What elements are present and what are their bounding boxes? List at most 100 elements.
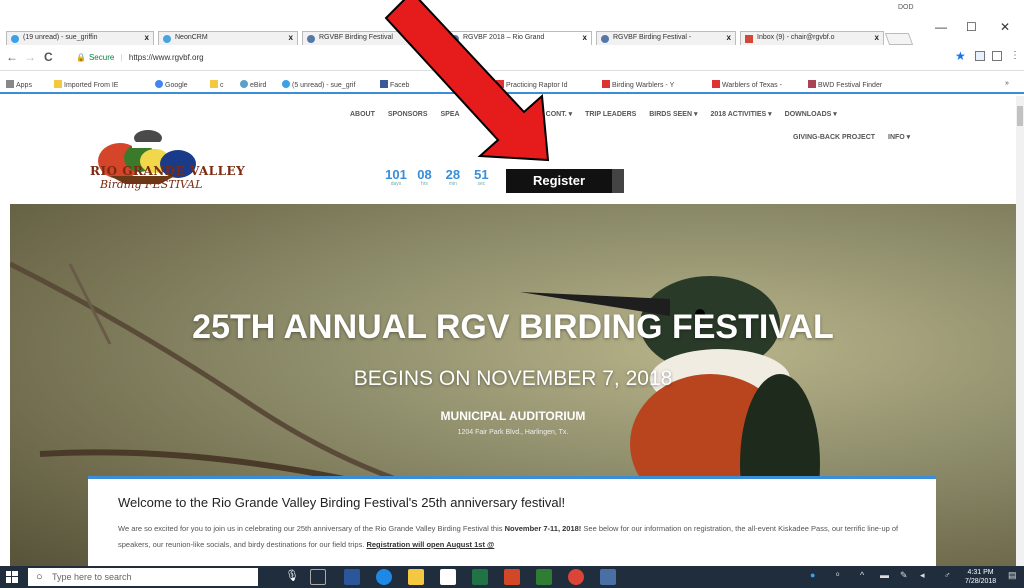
bookmark-folder[interactable]: Imported From IE xyxy=(54,80,118,89)
powerpoint-icon[interactable] xyxy=(504,569,520,585)
photos-icon[interactable] xyxy=(600,569,616,585)
bookmarks-bar: Apps Imported From IE Google c eBird (5 … xyxy=(0,76,1024,94)
close-window-icon[interactable]: ✕ xyxy=(1000,20,1010,34)
bookmark-star-icon[interactable]: ★ xyxy=(955,49,966,63)
tab-label: Inbox (9) - chair@rgvbf.o xyxy=(757,34,835,41)
browser-tab[interactable]: RGVBF Birding Festival x xyxy=(302,31,442,45)
excel-icon[interactable] xyxy=(472,569,488,585)
rgvbf-favicon-icon xyxy=(601,35,609,43)
microphone-icon[interactable]: 🎙 xyxy=(285,569,301,585)
windows-taskbar: ○ Type here to search 🎙 ● ᵒ ^ ▬ ✎ ◂ ♂ 4:… xyxy=(0,566,1024,588)
show-hidden-icons[interactable]: ^ xyxy=(860,570,864,580)
scrollbar-thumb[interactable] xyxy=(1017,106,1023,126)
people-icon[interactable]: ᵒ xyxy=(836,570,839,580)
mail-icon xyxy=(282,80,290,88)
nav-speakers[interactable]: SPEA xyxy=(440,111,459,118)
window-user-label: DOD xyxy=(898,4,914,11)
nav-art-writing[interactable]: ART & WRIT CONT. ▾ xyxy=(503,111,573,118)
extension-icon[interactable] xyxy=(975,51,985,61)
forward-icon[interactable]: → xyxy=(24,50,36,64)
tab-label: RGVBF 2018 – Rio Grand xyxy=(463,34,545,41)
hero-venue: MUNICIPAL AUDITORIUM xyxy=(440,409,586,423)
nav-downloads[interactable]: DOWNLOADS ▾ xyxy=(785,111,837,118)
taskbar-clock[interactable]: 4:31 PM 7/28/2018 xyxy=(965,568,996,586)
lock-icon: 🔒 xyxy=(76,53,86,62)
volume-icon[interactable]: ◂ xyxy=(920,570,925,581)
rgvbf-favicon-icon xyxy=(307,35,315,43)
notifications-icon[interactable]: ▤ xyxy=(1008,570,1017,581)
new-tab-button[interactable] xyxy=(884,33,914,45)
browser-tab[interactable]: NeonCRM x xyxy=(158,31,298,45)
taskbar-search-input[interactable]: ○ Type here to search xyxy=(28,568,258,586)
registration-link[interactable]: Registration will open August 1st @ xyxy=(366,540,494,549)
youtube-icon xyxy=(712,80,720,88)
nav-about[interactable]: ABOUT xyxy=(350,111,375,118)
bookmark-youtube[interactable]: Birding Warblers - Y xyxy=(602,80,674,89)
chrome-icon[interactable] xyxy=(568,569,584,585)
tray-extra-icon[interactable]: ♂ xyxy=(944,570,951,580)
welcome-card: Welcome to the Rio Grande Valley Birding… xyxy=(88,476,936,566)
reload-icon[interactable]: C xyxy=(44,50,53,64)
network-icon[interactable]: ▬ xyxy=(880,570,889,580)
bookmark-ebird[interactable]: eBird xyxy=(240,80,266,89)
bookmark-facebook[interactable]: Faceb xyxy=(380,80,409,89)
webpage: RIO GRANDE VALLEY Birding FESTIVAL ABOUT… xyxy=(0,96,1016,566)
bookmark-google[interactable]: Google xyxy=(155,80,188,89)
bookmark-youtube[interactable]: Warblers of Texas - xyxy=(712,80,782,89)
gmail-favicon-icon xyxy=(745,35,753,43)
browser-tab[interactable]: (19 unread) - sue_griffin x xyxy=(6,31,154,45)
bookmark-youtube[interactable]: Practicing Raptor Id xyxy=(496,80,567,89)
nav-trip-leaders[interactable]: TRIP LEADERS xyxy=(585,111,636,118)
bookmarks-more-icon[interactable]: » xyxy=(1005,80,1009,87)
maximize-icon[interactable]: ☐ xyxy=(966,20,977,34)
main-nav: ABOUT SPONSORS SPEA ART & WRIT CONT. ▾ T… xyxy=(350,110,848,118)
publisher-icon[interactable] xyxy=(536,569,552,585)
neoncrm-favicon-icon xyxy=(163,35,171,43)
nav-info[interactable]: INFO ▾ xyxy=(888,134,910,141)
page-scrollbar[interactable] xyxy=(1016,96,1024,566)
close-tab-icon[interactable]: x xyxy=(289,33,293,42)
pen-icon[interactable]: ✎ xyxy=(900,570,908,581)
bookmark-apps[interactable]: Apps xyxy=(6,80,32,89)
bookmark-bwd[interactable]: BWD Festival Finder xyxy=(808,80,882,89)
menu-icon[interactable]: ⋮ xyxy=(1010,50,1020,61)
hero-address: 1204 Fair Park Blvd., Harlingen, Tx. xyxy=(457,429,569,436)
register-button[interactable]: Register xyxy=(506,169,624,193)
bookmark-mail[interactable]: (5 unread) - sue_grif xyxy=(282,80,355,89)
close-tab-icon[interactable]: x xyxy=(145,33,149,42)
windows-start-icon[interactable] xyxy=(6,571,18,583)
ebird-icon xyxy=(240,80,248,88)
minimize-icon[interactable]: — xyxy=(935,20,947,34)
nav-birds-seen[interactable]: BIRDS SEEN ▾ xyxy=(649,111,697,118)
url-field[interactable]: 🔒 Secure | https://www.rgvbf.org xyxy=(70,49,990,67)
browser-tab[interactable]: Inbox (9) - chair@rgvbf.o x xyxy=(740,31,884,45)
tab-label: (19 unread) - sue_griffin xyxy=(23,34,98,41)
url-text: https://www.rgvbf.org xyxy=(128,53,204,62)
apps-grid-icon xyxy=(6,80,14,88)
main-nav-row2: GIVING-BACK PROJECT INFO ▾ xyxy=(793,133,921,141)
secure-label: Secure xyxy=(88,53,115,62)
close-tab-icon[interactable]: x xyxy=(727,33,731,42)
browser-tab[interactable]: RGVBF Birding Festival - x xyxy=(596,31,736,45)
file-explorer-icon[interactable] xyxy=(408,569,424,585)
extension-icon[interactable] xyxy=(992,51,1002,61)
close-tab-icon[interactable]: x xyxy=(583,33,587,42)
tab-strip: (19 unread) - sue_griffin x NeonCRM x RG… xyxy=(0,0,1024,45)
word-icon[interactable] xyxy=(344,569,360,585)
edge-icon[interactable] xyxy=(376,569,392,585)
nav-sponsors[interactable]: SPONSORS xyxy=(388,111,428,118)
bookmark-folder[interactable]: c xyxy=(210,80,224,89)
store-icon[interactable] xyxy=(440,569,456,585)
task-view-icon[interactable] xyxy=(310,569,326,585)
cortana-icon: ○ xyxy=(36,571,43,583)
youtube-icon xyxy=(602,80,610,88)
tray-app-icon[interactable]: ● xyxy=(810,570,815,580)
nav-activities[interactable]: 2018 ACTIVITIES ▾ xyxy=(710,111,771,118)
close-tab-icon[interactable]: x xyxy=(433,33,437,42)
back-icon[interactable]: ← xyxy=(6,50,18,64)
address-bar: ← → C 🔒 Secure | https://www.rgvbf.org ★ … xyxy=(0,45,1024,71)
close-tab-icon[interactable]: x xyxy=(875,33,879,42)
countdown-days: 101 days xyxy=(385,167,407,187)
nav-giving-back[interactable]: GIVING-BACK PROJECT xyxy=(793,134,875,141)
browser-tab-active[interactable]: RGVBF 2018 – Rio Grand x xyxy=(446,31,592,45)
